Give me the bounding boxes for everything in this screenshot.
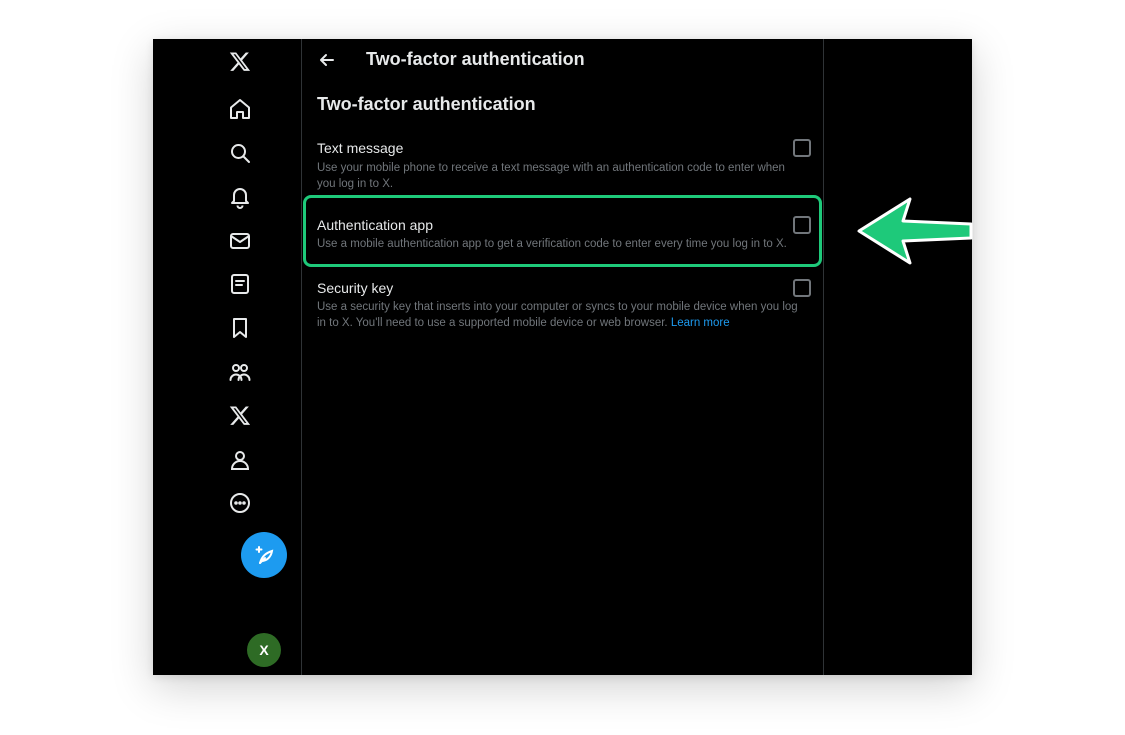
option-checkbox[interactable] bbox=[793, 279, 811, 297]
option-description: Use a security key that inserts into you… bbox=[317, 299, 799, 331]
option-checkbox[interactable] bbox=[793, 139, 811, 157]
option-label: Security key bbox=[317, 280, 394, 296]
page-title: Two-factor authentication bbox=[366, 49, 585, 69]
highlight-box bbox=[303, 195, 822, 267]
main-column: Two-factor authentication Two-factor aut… bbox=[303, 39, 824, 675]
app-window: X Two-factor authentication Two-factor a… bbox=[153, 39, 972, 675]
compose-post-button[interactable] bbox=[241, 532, 287, 578]
sidebar: X bbox=[153, 39, 302, 675]
messages-icon[interactable] bbox=[216, 221, 264, 261]
option-label: Text message bbox=[317, 140, 404, 156]
notifications-icon[interactable] bbox=[216, 177, 264, 217]
premium-icon[interactable] bbox=[216, 396, 264, 436]
profile-icon[interactable] bbox=[216, 440, 264, 480]
lists-icon[interactable] bbox=[216, 264, 264, 304]
search-icon[interactable] bbox=[216, 133, 264, 173]
avatar[interactable]: X bbox=[247, 633, 281, 667]
section-title: Two-factor authentication bbox=[317, 94, 536, 114]
page-header: Two-factor authentication bbox=[303, 39, 823, 83]
x-logo-icon[interactable] bbox=[216, 42, 264, 82]
bookmarks-icon[interactable] bbox=[216, 308, 264, 348]
back-arrow-icon[interactable] bbox=[317, 50, 337, 70]
pointer-arrow-icon bbox=[857, 197, 973, 265]
learn-more-link[interactable]: Learn more bbox=[671, 317, 730, 329]
option-security-key[interactable]: Security key Use a security key that ins… bbox=[303, 277, 824, 333]
communities-icon[interactable] bbox=[216, 352, 264, 392]
feather-plus-icon bbox=[255, 546, 274, 564]
option-text-message[interactable]: Text message Use your mobile phone to re… bbox=[303, 137, 824, 193]
more-icon[interactable] bbox=[216, 483, 264, 523]
option-description: Use your mobile phone to receive a text … bbox=[317, 162, 785, 190]
home-icon[interactable] bbox=[216, 89, 264, 129]
